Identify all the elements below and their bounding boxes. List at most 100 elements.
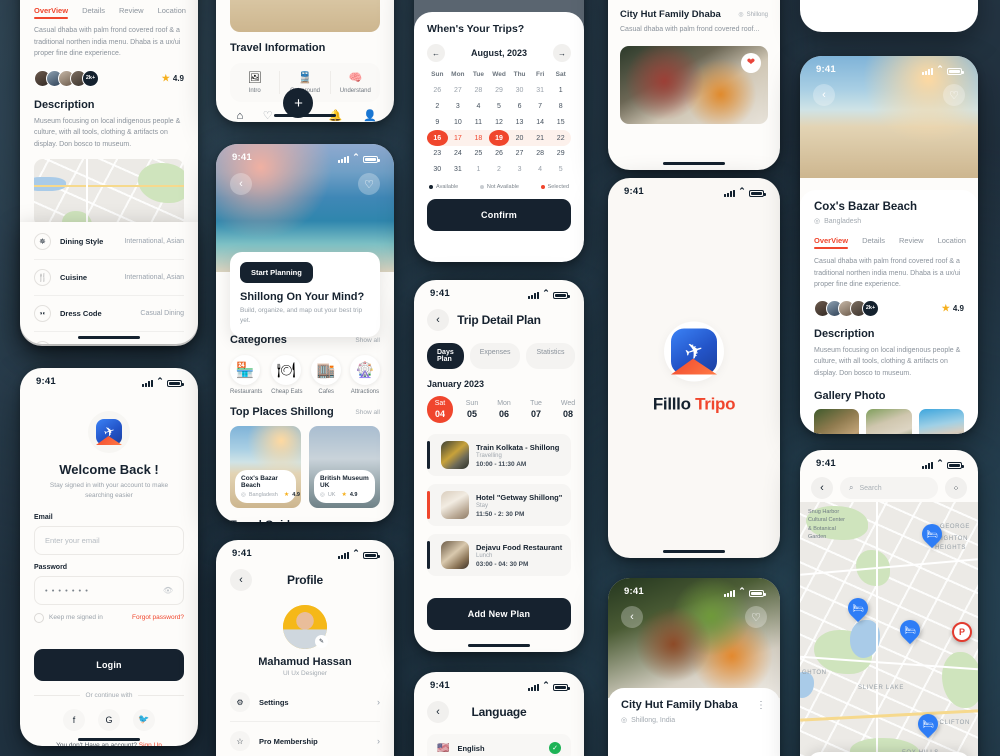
day-pill[interactable]: Wed 08 (555, 400, 581, 419)
calendar-day[interactable]: 12 (489, 114, 510, 130)
calendar-day[interactable]: 29 (550, 146, 571, 162)
forgot-password-link[interactable]: Forgot password? (132, 614, 184, 621)
place-card[interactable]: Cox's Bazar Beach ◎ Bangladesh ★ 4.9 (230, 426, 301, 508)
location-map-thumbnail[interactable] (34, 159, 184, 228)
calendar-day[interactable]: 31 (530, 83, 551, 99)
plan-item[interactable]: Train Kolkata - Shillong Travelling 10:0… (427, 434, 571, 476)
calendar-day[interactable]: 29 (489, 83, 510, 99)
language-option-english[interactable]: 🇺🇸 English ✓ (427, 734, 571, 756)
calendar-day[interactable]: 20 (509, 130, 530, 146)
tab-details[interactable]: Details (862, 236, 885, 245)
calendar-day[interactable]: 3 (448, 99, 469, 115)
calendar-day[interactable]: 4 (468, 99, 489, 115)
calendar-day[interactable]: 7 (530, 99, 551, 115)
tab-location[interactable]: Location (938, 236, 966, 245)
calendar-day[interactable]: 2 (489, 162, 510, 178)
calendar-day[interactable]: 4 (530, 162, 551, 178)
calendar-day[interactable]: 6 (509, 99, 530, 115)
travel-info-understand[interactable]: 🧠 Understand (331, 71, 380, 94)
tab-overview[interactable]: OverView (814, 236, 849, 249)
calendar-day[interactable]: 2 (427, 99, 448, 115)
add-new-plan-button[interactable]: Add New Plan (427, 598, 571, 630)
more-vertical-icon[interactable]: ⋮ (756, 700, 767, 711)
calendar-day[interactable]: 8 (550, 99, 571, 115)
back-button[interactable]: ‹ (230, 173, 252, 195)
plan-item[interactable]: Dejavu Food Restaurant Lunch 03:00 - 04:… (427, 534, 571, 576)
category-attractions[interactable]: 🎡 Attractions (349, 355, 380, 395)
gallery-photo[interactable] (866, 409, 912, 434)
calendar-day[interactable]: 3 (509, 162, 530, 178)
email-field[interactable]: Enter your email (34, 525, 184, 555)
plan-item[interactable]: Hotel "Getway Shillong" Stay 11:50 - 2: … (427, 484, 571, 526)
calendar-day[interactable]: 1 (468, 162, 489, 178)
google-icon[interactable]: G (98, 708, 120, 731)
calendar-day[interactable]: 22 (550, 130, 571, 146)
place-card[interactable]: British Museum UK ◎ UK ★ 4.9 (309, 426, 380, 508)
confirm-button[interactable]: Confirm (427, 199, 571, 232)
eye-icon[interactable]: 👁 (163, 586, 173, 595)
back-button[interactable]: ‹ (621, 606, 643, 628)
calendar-week[interactable]: 30 31 1 2 3 4 5 (427, 162, 571, 178)
calendar-day[interactable]: 27 (509, 146, 530, 162)
calendar-day[interactable]: 19 (488, 130, 510, 146)
calendar-day[interactable]: 15 (550, 114, 571, 130)
favorite-button[interactable]: ❤ (741, 52, 761, 73)
grid-icon[interactable]: ⁘ (945, 477, 967, 499)
calendar-day[interactable]: 14 (530, 114, 551, 130)
day-selector[interactable]: Sat 04 Sun 05 Mon 06 Tue 07 Wed 08 Thu 0… (414, 389, 584, 423)
calendar-day[interactable]: 18 (468, 130, 489, 146)
signup-link[interactable]: Sign Up (139, 742, 162, 746)
calendar-day[interactable]: 24 (448, 146, 469, 162)
profile-row-settings[interactable]: ⚙ Settings › (230, 683, 380, 722)
day-pill-active[interactable]: Sat 04 (427, 396, 453, 423)
start-planning-button[interactable]: Start Planning (240, 262, 313, 283)
day-pill[interactable]: Mon 06 (491, 400, 517, 419)
gallery-photo[interactable] (918, 409, 964, 434)
tab-expenses[interactable]: Expenses (469, 343, 521, 369)
password-field[interactable]: • • • • • • • 👁 (34, 575, 184, 605)
favorite-button[interactable]: ♡ (745, 606, 767, 628)
tab-overview[interactable]: OverView (34, 6, 69, 19)
day-pill[interactable]: Sun 05 (459, 400, 485, 419)
calendar-day[interactable]: 30 (509, 83, 530, 99)
keep-signed-checkbox[interactable] (34, 612, 44, 623)
search-bar[interactable]: ⌕ Search (840, 477, 938, 499)
calendar-day[interactable]: 27 (448, 83, 469, 99)
calendar-day[interactable]: 31 (448, 162, 469, 178)
tab-details[interactable]: Details (82, 6, 105, 15)
facebook-icon[interactable]: f (63, 708, 85, 731)
profile-row-pro[interactable]: ☆ Pro Membership › (230, 722, 380, 756)
calendar-day[interactable]: 13 (509, 114, 530, 130)
calendar-day[interactable]: 30 (427, 162, 448, 178)
calendar-day[interactable]: 25 (468, 146, 489, 162)
parking-pin[interactable]: P (952, 622, 972, 642)
tab-location[interactable]: Location (158, 6, 186, 15)
calendar-day[interactable]: 5 (550, 162, 571, 178)
arrow-right-icon[interactable]: → (553, 44, 571, 62)
map-canvas[interactable]: Snug Harbor Cultural Center & Botanical … (800, 502, 978, 756)
back-button[interactable]: ‹ (813, 84, 835, 106)
calendar-day[interactable]: 11 (468, 114, 489, 130)
category-cheap-eats[interactable]: 🍽 Cheap Eats (271, 355, 302, 395)
categories-show-all[interactable]: Show all (355, 337, 380, 344)
travel-info-intro[interactable]: 🖼 Intro (230, 71, 281, 94)
nav-profile[interactable]: 👤Profile (361, 109, 378, 122)
calendar-day[interactable]: 23 (427, 146, 448, 162)
hotel-pin[interactable]: 🛏 (843, 593, 873, 623)
calendar-day[interactable]: 26 (489, 146, 510, 162)
calendar-day[interactable]: 26 (427, 83, 448, 99)
favorite-button[interactable]: ♡ (943, 84, 965, 106)
tab-review[interactable]: Review (119, 6, 144, 15)
calendar-day[interactable]: 10 (448, 114, 469, 130)
calendar-day[interactable]: 16 (427, 130, 448, 146)
calendar-day[interactable]: 21 (530, 130, 551, 146)
calendar-day[interactable]: 5 (489, 99, 510, 115)
back-button[interactable]: ‹ (811, 477, 833, 499)
login-button[interactable]: Login (34, 648, 184, 681)
category-restaurants[interactable]: 🏪 Restaurants (230, 355, 262, 395)
calendar-grid[interactable]: 26 27 28 29 30 31 1 2 3 4 5 6 7 8 9 10 11 12 13 14 15 16 17 18 1… (427, 83, 571, 178)
gallery-photo[interactable] (814, 409, 860, 434)
tab-statistics[interactable]: Statistics (526, 343, 575, 369)
search-input[interactable]: Search (859, 485, 881, 492)
arrow-left-icon[interactable]: ← (427, 44, 445, 62)
